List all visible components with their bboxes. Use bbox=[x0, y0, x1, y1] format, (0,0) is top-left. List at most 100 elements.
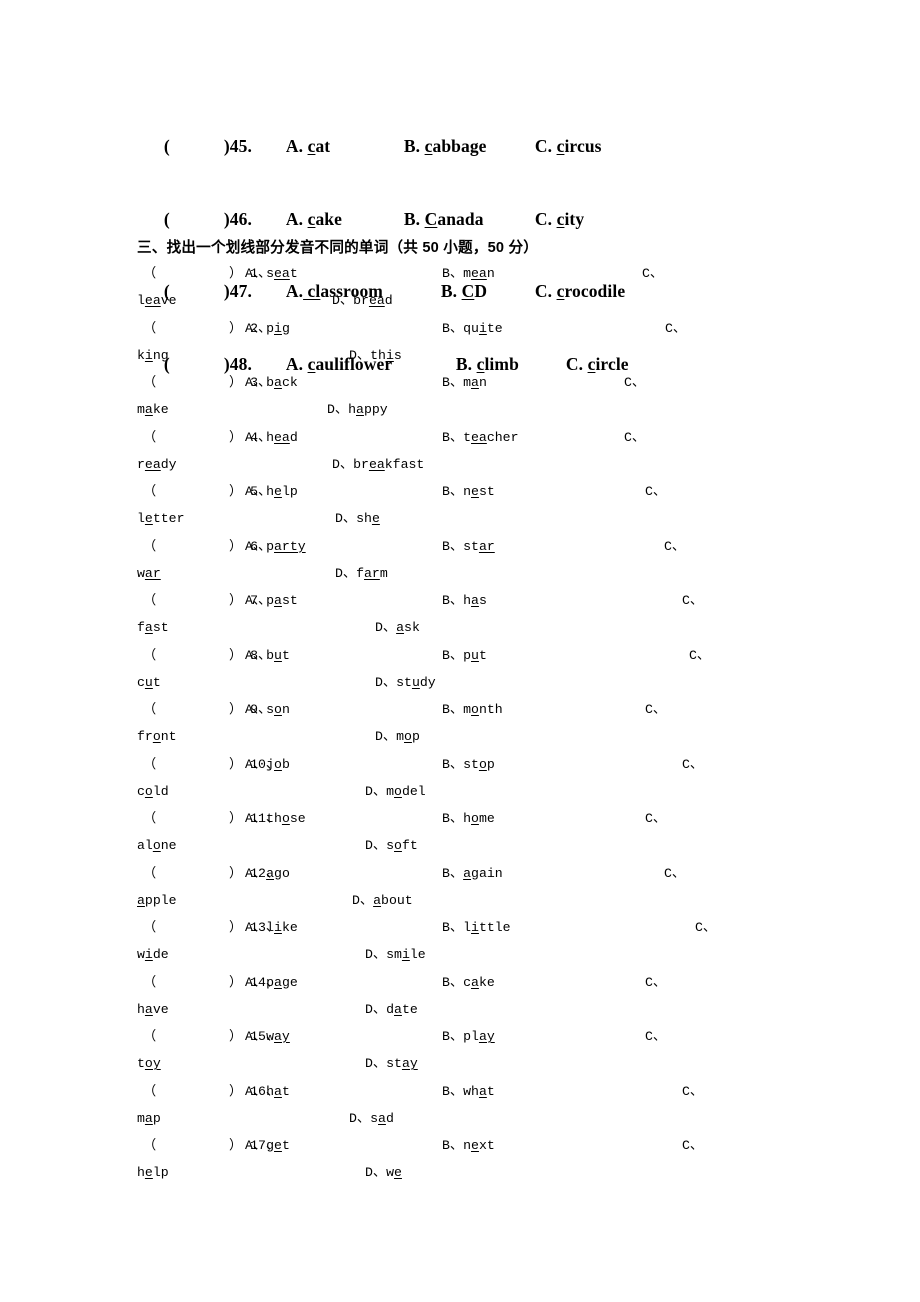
option-d[interactable]: D、farm bbox=[335, 565, 388, 583]
option-a[interactable]: A、pig bbox=[245, 320, 290, 338]
option-c-45[interactable]: C. circus bbox=[535, 134, 602, 158]
option-c-label[interactable]: C、 bbox=[645, 483, 666, 501]
answer-blank[interactable]: （ bbox=[143, 756, 156, 774]
answer-blank-45[interactable]: ( bbox=[164, 134, 224, 158]
option-c-value[interactable]: toy bbox=[137, 1055, 161, 1073]
option-d[interactable]: D、we bbox=[365, 1164, 402, 1182]
option-c-value[interactable]: cold bbox=[137, 783, 169, 801]
option-a[interactable]: A、son bbox=[245, 701, 290, 719]
option-a[interactable]: A、help bbox=[245, 483, 298, 501]
option-d[interactable]: D、this bbox=[349, 347, 402, 365]
option-c-value[interactable]: have bbox=[137, 1001, 169, 1019]
option-b[interactable]: B、cake bbox=[442, 974, 495, 992]
answer-blank[interactable]: （ bbox=[143, 592, 156, 610]
answer-blank[interactable]: （ bbox=[143, 701, 156, 719]
option-c-value[interactable]: leave bbox=[137, 292, 177, 310]
option-a[interactable]: A、job bbox=[245, 756, 290, 774]
option-c-value[interactable]: letter bbox=[137, 510, 185, 528]
answer-blank[interactable]: （ bbox=[143, 1083, 156, 1101]
answer-blank[interactable]: （ bbox=[143, 647, 156, 665]
option-c-46[interactable]: C. city bbox=[535, 207, 584, 231]
option-c-value[interactable]: front bbox=[137, 728, 177, 746]
option-d[interactable]: D、model bbox=[365, 783, 426, 801]
option-d[interactable]: D、happy bbox=[327, 401, 388, 419]
option-c-value[interactable]: cut bbox=[137, 674, 161, 692]
option-b[interactable]: B、stop bbox=[442, 756, 495, 774]
option-b[interactable]: B、home bbox=[442, 810, 495, 828]
option-a[interactable]: A、hat bbox=[245, 1083, 290, 1101]
option-b[interactable]: B、again bbox=[442, 865, 503, 883]
option-c-label[interactable]: C、 bbox=[682, 1083, 703, 1101]
option-a[interactable]: A、but bbox=[245, 647, 290, 665]
option-b[interactable]: B、teacher bbox=[442, 429, 519, 447]
option-c-value[interactable]: king bbox=[137, 347, 169, 365]
option-d[interactable]: D、ask bbox=[375, 619, 420, 637]
option-a[interactable]: A、way bbox=[245, 1028, 290, 1046]
option-c-value[interactable]: war bbox=[137, 565, 161, 583]
option-d[interactable]: D、study bbox=[375, 674, 436, 692]
answer-blank[interactable]: （ bbox=[143, 1137, 156, 1155]
option-b-45[interactable]: B. cabbage bbox=[404, 134, 535, 158]
option-c-label[interactable]: C、 bbox=[695, 919, 716, 937]
option-a[interactable]: A、seat bbox=[245, 265, 298, 283]
option-d[interactable]: D、about bbox=[352, 892, 413, 910]
option-a[interactable]: A、party bbox=[245, 538, 306, 556]
option-d[interactable]: D、soft bbox=[365, 837, 418, 855]
option-b[interactable]: B、man bbox=[442, 374, 487, 392]
answer-blank[interactable]: （ bbox=[143, 974, 156, 992]
option-c-label[interactable]: C、 bbox=[689, 647, 710, 665]
option-b[interactable]: B、nest bbox=[442, 483, 495, 501]
answer-blank[interactable]: （ bbox=[143, 320, 156, 338]
answer-blank[interactable]: （ bbox=[143, 1028, 156, 1046]
option-c-label[interactable]: C、 bbox=[664, 865, 685, 883]
option-b[interactable]: B、mean bbox=[442, 265, 495, 283]
option-a[interactable]: A、page bbox=[245, 974, 298, 992]
option-c-value[interactable]: ready bbox=[137, 456, 177, 474]
option-c-label[interactable]: C、 bbox=[645, 810, 666, 828]
option-b[interactable]: B、play bbox=[442, 1028, 495, 1046]
option-c-label[interactable]: C、 bbox=[645, 974, 666, 992]
option-d[interactable]: D、stay bbox=[365, 1055, 418, 1073]
answer-blank[interactable]: （ bbox=[143, 538, 156, 556]
answer-blank[interactable]: （ bbox=[143, 265, 156, 283]
option-d[interactable]: D、bread bbox=[332, 292, 393, 310]
option-b[interactable]: B、has bbox=[442, 592, 487, 610]
option-c-value[interactable]: wide bbox=[137, 946, 169, 964]
option-b[interactable]: B、next bbox=[442, 1137, 495, 1155]
option-c-label[interactable]: C、 bbox=[682, 592, 703, 610]
option-c-label[interactable]: C、 bbox=[664, 538, 685, 556]
option-b[interactable]: B、star bbox=[442, 538, 495, 556]
option-d[interactable]: D、sad bbox=[349, 1110, 394, 1128]
option-d[interactable]: D、date bbox=[365, 1001, 418, 1019]
option-c-value[interactable]: alone bbox=[137, 837, 177, 855]
answer-blank[interactable]: （ bbox=[143, 429, 156, 447]
option-d[interactable]: D、breakfast bbox=[332, 456, 424, 474]
answer-blank[interactable]: （ bbox=[143, 810, 156, 828]
option-a-46[interactable]: A. cake bbox=[286, 207, 404, 231]
option-c-value[interactable]: map bbox=[137, 1110, 161, 1128]
option-d[interactable]: D、mop bbox=[375, 728, 420, 746]
option-a[interactable]: A、past bbox=[245, 592, 298, 610]
option-a[interactable]: A、like bbox=[245, 919, 298, 937]
answer-blank[interactable]: （ bbox=[143, 374, 156, 392]
answer-blank[interactable]: （ bbox=[143, 865, 156, 883]
option-a[interactable]: A、those bbox=[245, 810, 306, 828]
option-c-label[interactable]: C、 bbox=[624, 429, 645, 447]
answer-blank-46[interactable]: ( bbox=[164, 207, 224, 231]
answer-blank[interactable]: （ bbox=[143, 483, 156, 501]
option-c-label[interactable]: C、 bbox=[642, 265, 663, 283]
option-b-46[interactable]: B. Canada bbox=[404, 207, 535, 231]
option-c-label[interactable]: C、 bbox=[665, 320, 686, 338]
option-a[interactable]: A、head bbox=[245, 429, 298, 447]
option-c-label[interactable]: C、 bbox=[645, 1028, 666, 1046]
option-c-label[interactable]: C、 bbox=[645, 701, 666, 719]
option-b[interactable]: B、month bbox=[442, 701, 503, 719]
option-c-value[interactable]: help bbox=[137, 1164, 169, 1182]
option-d[interactable]: D、she bbox=[335, 510, 380, 528]
option-a[interactable]: A、get bbox=[245, 1137, 290, 1155]
option-c-label[interactable]: C、 bbox=[682, 756, 703, 774]
option-a[interactable]: A、back bbox=[245, 374, 298, 392]
answer-blank[interactable]: （ bbox=[143, 919, 156, 937]
option-c-value[interactable]: apple bbox=[137, 892, 177, 910]
option-b[interactable]: B、quite bbox=[442, 320, 503, 338]
